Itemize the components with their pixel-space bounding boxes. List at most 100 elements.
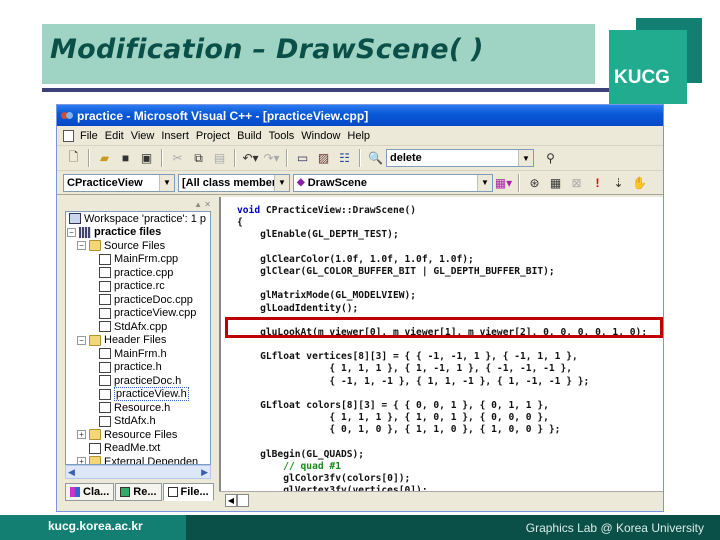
tree-item[interactable]: − Source Files (66, 239, 210, 253)
workspace-tabs: Cla... Re... File... (65, 483, 215, 501)
code-text: glColor3fv(colors[0]); (237, 473, 411, 485)
find-in-files-icon[interactable]: 🔍 (367, 150, 384, 167)
scroll-right-icon[interactable]: ▶ (201, 467, 208, 478)
pane-maximize-icon[interactable]: ▲ (194, 200, 202, 209)
collapse-icon[interactable]: − (67, 227, 76, 237)
execute-icon[interactable]: ! (589, 174, 606, 191)
code-line: { (237, 217, 647, 229)
pane-close-icon[interactable]: ✕ (204, 200, 211, 209)
chevron-down-icon[interactable]: ▼ (159, 174, 174, 191)
window-titlebar[interactable]: practice - Microsoft Visual C++ - [pract… (57, 105, 663, 126)
tree-item[interactable]: practiceView.h (66, 387, 210, 402)
tree-item[interactable]: Resource.h (66, 401, 210, 415)
tree-item-label: practiceDoc.cpp (114, 293, 193, 306)
paste-icon[interactable]: ▤ (211, 150, 228, 167)
class-combo[interactable]: CPracticeView ▼ (63, 173, 175, 192)
cut-icon[interactable]: ✂ (169, 150, 186, 167)
chevron-down-icon[interactable]: ▼ (477, 174, 492, 191)
tree-item[interactable]: practice.h (66, 361, 210, 375)
code-line: glMatrixMode(GL_MODELVIEW); (237, 290, 647, 302)
document-icon[interactable] (63, 129, 74, 142)
chevron-down-icon[interactable]: ▼ (274, 174, 289, 191)
menu-view[interactable]: View (131, 130, 155, 142)
file-icon (99, 294, 111, 306)
find-icon[interactable]: ⚲ (542, 150, 559, 167)
filter-combo-value: [All class members] (182, 176, 286, 189)
menu-build[interactable]: Build (237, 130, 261, 142)
tree-item-label: StdAfx.cpp (114, 320, 168, 333)
tree-item[interactable]: − Header Files (66, 334, 210, 348)
menu-insert[interactable]: Insert (161, 130, 189, 142)
tree-item-label: StdAfx.h (114, 415, 156, 428)
output-icon[interactable]: ▨ (315, 150, 332, 167)
tab-resourceview[interactable]: Re... (115, 483, 162, 501)
insert-breakpoint-icon[interactable]: ⇣ (610, 174, 627, 191)
tab-fileview[interactable]: File... (162, 483, 214, 501)
menu-help[interactable]: Help (347, 130, 370, 142)
window-list-icon[interactable]: ☷ (336, 150, 353, 167)
menu-file[interactable]: File (80, 130, 98, 142)
tree-item[interactable]: + External Dependen (66, 455, 210, 464)
footer-lab-name: Graphics Lab @ Korea University (525, 521, 704, 535)
tab-classview[interactable]: Cla... (65, 483, 115, 501)
new-text-file-icon[interactable]: 🗋 (65, 150, 82, 167)
go-icon[interactable]: ✋ (631, 174, 648, 191)
tree-item[interactable]: StdAfx.h (66, 415, 210, 429)
tree-item-label: MainFrm.h (114, 347, 167, 360)
code-text: glClear(GL_COLOR_BUFFER_BIT | GL_DEPTH_B… (237, 265, 555, 277)
tree-item[interactable]: ReadMe.txt (66, 442, 210, 456)
file-tree: Workspace 'practice': 1 p − practice files… (65, 211, 211, 465)
tree-item[interactable]: − practice files (66, 226, 210, 240)
tree-item[interactable]: + Resource Files (66, 428, 210, 442)
tree-item[interactable]: MainFrm.cpp (66, 253, 210, 267)
copy-icon[interactable]: ⧉ (190, 150, 207, 167)
tree-item[interactable]: StdAfx.cpp (66, 320, 210, 334)
menu-window[interactable]: Window (301, 130, 340, 142)
scroll-thumb[interactable] (237, 494, 249, 507)
stop-build-icon[interactable]: ⊠ (568, 174, 585, 191)
tree-item[interactable]: Workspace 'practice': 1 p (66, 212, 210, 226)
build-icon[interactable]: ▦ (547, 174, 564, 191)
undo-icon[interactable]: ↶▾ (242, 150, 259, 167)
code-editor[interactable]: void CPracticeView::DrawScene(){ glEnabl… (219, 197, 663, 491)
tree-horizontal-scrollbar[interactable]: ◀ ▶ (65, 465, 211, 479)
collapse-icon[interactable]: − (77, 335, 86, 345)
slide-title: Modification – DrawScene( ) (50, 34, 484, 65)
menu-edit[interactable]: Edit (105, 130, 124, 142)
redo-icon[interactable]: ↷▾ (263, 150, 280, 167)
source-code: void CPracticeView::DrawScene(){ glEnabl… (237, 205, 647, 491)
scroll-left-icon[interactable]: ◀ (68, 467, 75, 478)
code-text: GLfloat colors[8][3] = { { 0, 0, 1 }, { … (237, 400, 549, 411)
tree-item[interactable]: practice.cpp (66, 266, 210, 280)
tree-item[interactable]: practiceView.cpp (66, 307, 210, 321)
collapse-icon[interactable]: − (77, 241, 86, 251)
save-all-icon[interactable]: ▣ (138, 150, 155, 167)
tree-item[interactable]: practiceDoc.h (66, 374, 210, 388)
editor-horizontal-scrollbar[interactable]: ◀ (219, 491, 663, 509)
file-icon (99, 375, 111, 387)
compile-icon[interactable]: ⊛ (526, 174, 543, 191)
toolbar-separator (518, 173, 520, 192)
wizard-action-icon[interactable]: ▦▾ (495, 174, 512, 191)
member-combo[interactable]: ◆ DrawScene ▼ (293, 173, 493, 192)
expand-icon[interactable]: + (77, 457, 86, 464)
tree-item[interactable]: practiceDoc.cpp (66, 293, 210, 307)
project-icon (79, 226, 91, 238)
tree-item[interactable]: practice.rc (66, 280, 210, 294)
code-comment: // quad #1 (237, 460, 341, 472)
workspace-icon[interactable]: ▭ (294, 150, 311, 167)
filter-combo[interactable]: [All class members] ▼ (178, 173, 290, 192)
save-icon[interactable]: ■ (117, 150, 134, 167)
menu-project[interactable]: Project (196, 130, 230, 142)
tree-item[interactable]: MainFrm.h (66, 347, 210, 361)
highlight-box-glulookat (225, 317, 663, 338)
scroll-left-icon[interactable]: ◀ (225, 494, 237, 507)
chevron-down-icon[interactable]: ▼ (518, 150, 533, 166)
code-text: { 1, 1, 1 }, { 1, -1, 1 }, { -1, -1, -1 … (237, 363, 573, 375)
expand-icon[interactable]: + (77, 430, 86, 440)
menu-tools[interactable]: Tools (269, 130, 295, 142)
tree-item-label: practice.cpp (114, 266, 174, 279)
file-icon (99, 348, 111, 360)
open-icon[interactable]: ▰ (96, 150, 113, 167)
find-combo[interactable]: delete ▼ (386, 149, 534, 167)
